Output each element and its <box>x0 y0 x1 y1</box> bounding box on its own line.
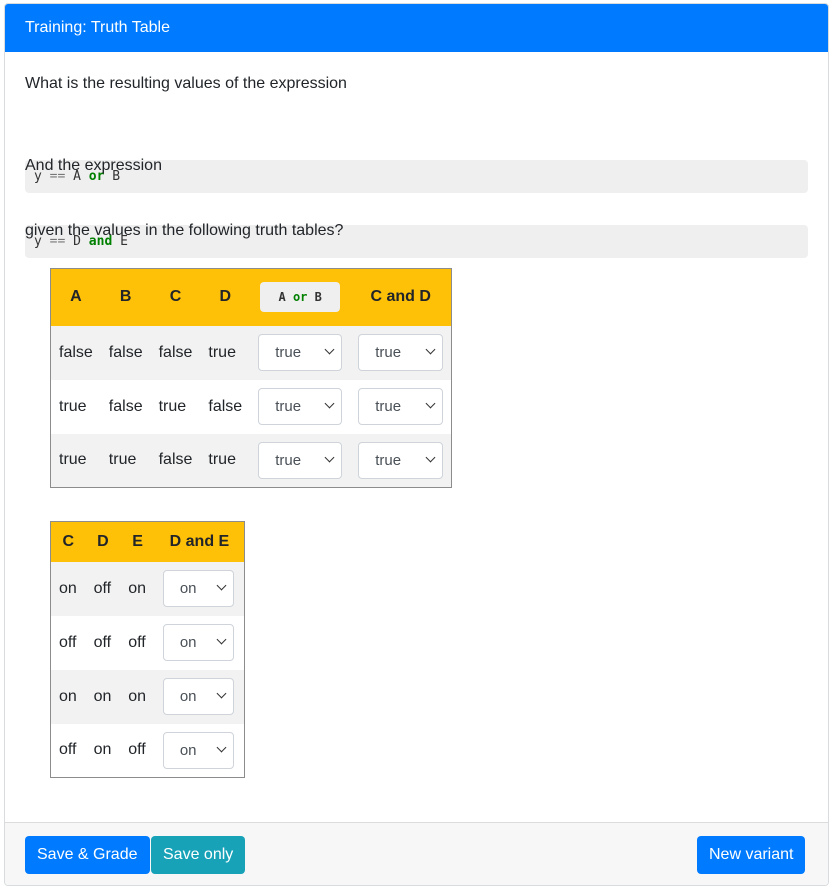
select-cell: on <box>154 615 245 670</box>
table2-header-e: E <box>120 521 155 562</box>
table1-header-row: A B C D A or B C and D <box>50 268 452 326</box>
select-cell: true <box>350 433 452 488</box>
expr-header-keyword: or <box>292 290 308 305</box>
table2-header-d-and-e: D and E <box>154 521 245 562</box>
table-cell: off <box>85 561 121 616</box>
select-cell: on <box>154 723 245 778</box>
table2-header-c: C <box>50 521 86 562</box>
select-cell: true <box>250 433 351 488</box>
answer-select[interactable]: on <box>162 624 234 661</box>
save-and-grade-button[interactable]: Save & Grade <box>25 836 150 874</box>
table-row: true false true false true true <box>50 379 452 434</box>
chevron-down-icon <box>324 344 335 355</box>
table-cell: true <box>50 433 101 488</box>
table-cell: off <box>50 615 86 670</box>
answer-select-value: true <box>275 344 302 361</box>
select-cell: true <box>250 379 351 434</box>
chevron-down-icon <box>425 398 436 409</box>
question-card: Training: Truth Table What is the result… <box>4 3 829 886</box>
answer-select-value: true <box>375 451 402 469</box>
table2-header-d: D <box>85 521 121 562</box>
card-title: Training: Truth Table <box>25 19 170 36</box>
truth-table-1: A B C D A or B C and D false false false <box>50 268 453 488</box>
table-cell: true <box>200 325 251 380</box>
table-cell: on <box>85 723 121 778</box>
table-cell: false <box>100 379 151 434</box>
table-cell: false <box>150 325 201 380</box>
answer-select-value: true <box>275 398 302 415</box>
chevron-down-icon <box>425 452 436 463</box>
table-row: false false false true true true <box>50 325 452 380</box>
table-cell: true <box>100 433 151 488</box>
question-line-1: What is the resulting values of the expr… <box>25 75 347 92</box>
question-line-3: given the values in the following truth … <box>25 222 344 239</box>
answer-select-value: true <box>375 398 402 415</box>
table-cell: off <box>120 615 155 670</box>
table-cell: false <box>200 379 251 434</box>
expr-header-b: B <box>314 290 322 305</box>
chevron-down-icon <box>216 742 227 753</box>
card-footer: Save & Grade Save only New variant <box>5 822 828 885</box>
answer-select[interactable]: true <box>358 441 444 479</box>
answer-select-value: on <box>179 580 197 597</box>
table1-header-a: A <box>50 268 101 326</box>
chevron-down-icon <box>324 398 335 409</box>
table-cell: off <box>120 723 155 778</box>
table1-header-c: C <box>150 268 201 326</box>
answer-select-value: on <box>179 634 197 651</box>
table-cell: on <box>120 561 155 616</box>
answer-select-value: true <box>375 344 402 361</box>
table-cell: on <box>50 561 86 616</box>
table1-header-b: B <box>100 268 151 326</box>
expr-header-code: A or B <box>260 282 340 313</box>
table2-header-row: C D E D and E <box>50 521 245 562</box>
table-cell: on <box>120 669 155 724</box>
table-cell: true <box>150 379 201 434</box>
select-cell: on <box>154 669 245 724</box>
chevron-down-icon <box>425 344 436 355</box>
table-cell: true <box>200 433 251 488</box>
select-cell: true <box>250 325 351 380</box>
truth-table-2: C D E D and E on off on on off off off o… <box>50 521 245 778</box>
answer-select[interactable]: true <box>258 334 343 371</box>
table-cell: false <box>150 433 201 488</box>
chevron-down-icon <box>216 634 227 645</box>
table-row: off off off on <box>50 615 245 670</box>
table-row: on on on on <box>50 669 245 724</box>
answer-select[interactable]: on <box>162 570 234 607</box>
table-row: on off on on <box>50 561 245 616</box>
question-line-2: And the expression <box>25 157 162 174</box>
table1-header-d: D <box>200 268 251 326</box>
table-cell: off <box>50 723 86 778</box>
table1-header-expr: A or B <box>250 268 351 326</box>
answer-select[interactable]: true <box>258 388 343 425</box>
answer-select-value: on <box>179 741 197 759</box>
answer-select[interactable]: on <box>162 678 234 715</box>
expr-header-a: A <box>278 290 286 305</box>
table-cell: false <box>100 325 151 380</box>
new-variant-button[interactable]: New variant <box>697 836 806 874</box>
answer-select[interactable]: true <box>358 388 444 425</box>
answer-select[interactable]: true <box>258 441 343 479</box>
answer-select-value: on <box>179 688 197 705</box>
save-only-button[interactable]: Save only <box>151 836 246 874</box>
select-cell: true <box>350 379 452 434</box>
chevron-down-icon <box>324 452 335 463</box>
answer-select[interactable]: true <box>358 334 444 371</box>
answer-select-value: true <box>275 451 302 469</box>
table1-header-c-and-d: C and D <box>350 268 452 326</box>
select-cell: on <box>154 561 245 616</box>
answer-select[interactable]: on <box>162 731 234 769</box>
table-cell: on <box>85 669 121 724</box>
table-cell: on <box>50 669 86 724</box>
select-cell: true <box>350 325 452 380</box>
card-header: Training: Truth Table <box>5 4 828 52</box>
table-row: true true false true true true <box>50 433 452 488</box>
table-cell: false <box>50 325 101 380</box>
chevron-down-icon <box>216 580 227 591</box>
table-cell: true <box>50 379 101 434</box>
table-row: off on off on <box>50 723 245 778</box>
chevron-down-icon <box>216 688 227 699</box>
table-cell: off <box>85 615 121 670</box>
